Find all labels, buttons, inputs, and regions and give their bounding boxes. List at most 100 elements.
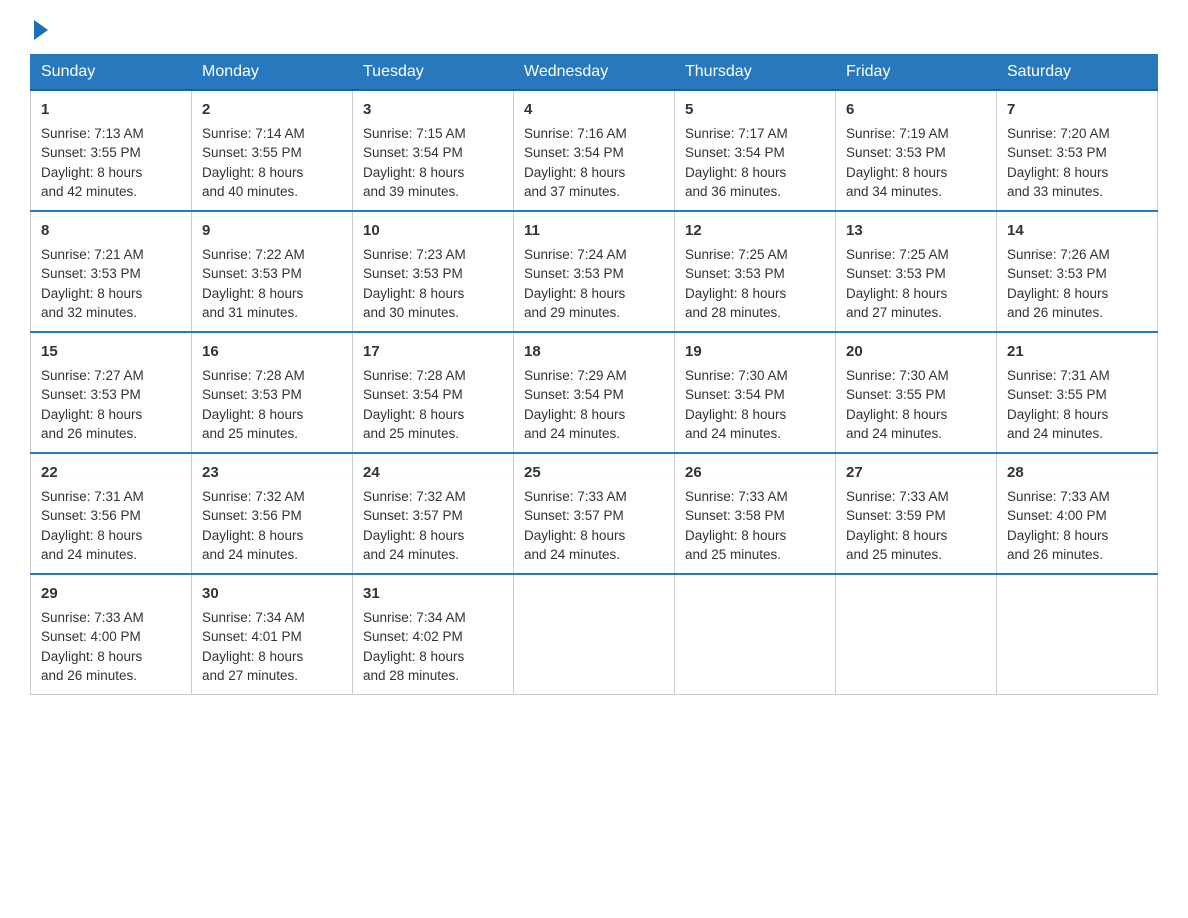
sunset-text: Sunset: 3:55 PM xyxy=(846,385,986,405)
calendar-cell: 1Sunrise: 7:13 AMSunset: 3:55 PMDaylight… xyxy=(31,90,192,211)
sunset-text: Sunset: 4:00 PM xyxy=(1007,506,1147,526)
calendar-cell: 5Sunrise: 7:17 AMSunset: 3:54 PMDaylight… xyxy=(675,90,836,211)
daylight-minutes-text: and 24 minutes. xyxy=(685,424,825,444)
daylight-minutes-text: and 42 minutes. xyxy=(41,182,181,202)
weekday-header-saturday: Saturday xyxy=(997,55,1158,91)
sunset-text: Sunset: 3:53 PM xyxy=(846,143,986,163)
calendar-cell: 28Sunrise: 7:33 AMSunset: 4:00 PMDayligh… xyxy=(997,453,1158,574)
page-header xyxy=(30,20,1158,36)
daylight-text: Daylight: 8 hours xyxy=(363,526,503,546)
sunrise-text: Sunrise: 7:26 AM xyxy=(1007,245,1147,265)
daylight-text: Daylight: 8 hours xyxy=(524,405,664,425)
sunset-text: Sunset: 3:54 PM xyxy=(363,143,503,163)
day-number: 12 xyxy=(685,220,825,242)
sunrise-text: Sunrise: 7:28 AM xyxy=(363,366,503,386)
calendar-cell: 22Sunrise: 7:31 AMSunset: 3:56 PMDayligh… xyxy=(31,453,192,574)
sunrise-text: Sunrise: 7:33 AM xyxy=(41,608,181,628)
daylight-minutes-text: and 26 minutes. xyxy=(41,424,181,444)
daylight-text: Daylight: 8 hours xyxy=(685,405,825,425)
calendar-cell xyxy=(997,574,1158,695)
calendar-cell xyxy=(514,574,675,695)
sunset-text: Sunset: 4:02 PM xyxy=(363,627,503,647)
daylight-minutes-text: and 24 minutes. xyxy=(1007,424,1147,444)
weekday-header-monday: Monday xyxy=(192,55,353,91)
sunrise-text: Sunrise: 7:33 AM xyxy=(846,487,986,507)
calendar-cell: 18Sunrise: 7:29 AMSunset: 3:54 PMDayligh… xyxy=(514,332,675,453)
daylight-text: Daylight: 8 hours xyxy=(524,284,664,304)
sunrise-text: Sunrise: 7:24 AM xyxy=(524,245,664,265)
daylight-minutes-text: and 27 minutes. xyxy=(846,303,986,323)
sunrise-text: Sunrise: 7:22 AM xyxy=(202,245,342,265)
calendar-cell: 21Sunrise: 7:31 AMSunset: 3:55 PMDayligh… xyxy=(997,332,1158,453)
daylight-minutes-text: and 39 minutes. xyxy=(363,182,503,202)
daylight-minutes-text: and 24 minutes. xyxy=(846,424,986,444)
sunrise-text: Sunrise: 7:32 AM xyxy=(202,487,342,507)
calendar-cell: 23Sunrise: 7:32 AMSunset: 3:56 PMDayligh… xyxy=(192,453,353,574)
daylight-text: Daylight: 8 hours xyxy=(202,284,342,304)
sunrise-text: Sunrise: 7:16 AM xyxy=(524,124,664,144)
sunset-text: Sunset: 3:54 PM xyxy=(524,143,664,163)
sunset-text: Sunset: 3:53 PM xyxy=(685,264,825,284)
sunset-text: Sunset: 3:53 PM xyxy=(363,264,503,284)
calendar-table: SundayMondayTuesdayWednesdayThursdayFrid… xyxy=(30,54,1158,695)
daylight-minutes-text: and 25 minutes. xyxy=(846,545,986,565)
logo xyxy=(30,20,48,36)
daylight-text: Daylight: 8 hours xyxy=(1007,163,1147,183)
sunset-text: Sunset: 3:54 PM xyxy=(524,385,664,405)
daylight-minutes-text: and 25 minutes. xyxy=(202,424,342,444)
week-row-2: 8Sunrise: 7:21 AMSunset: 3:53 PMDaylight… xyxy=(31,211,1158,332)
day-number: 9 xyxy=(202,220,342,242)
calendar-cell: 4Sunrise: 7:16 AMSunset: 3:54 PMDaylight… xyxy=(514,90,675,211)
sunset-text: Sunset: 3:53 PM xyxy=(846,264,986,284)
daylight-minutes-text: and 31 minutes. xyxy=(202,303,342,323)
calendar-cell: 15Sunrise: 7:27 AMSunset: 3:53 PMDayligh… xyxy=(31,332,192,453)
daylight-text: Daylight: 8 hours xyxy=(685,526,825,546)
daylight-minutes-text: and 30 minutes. xyxy=(363,303,503,323)
sunrise-text: Sunrise: 7:34 AM xyxy=(202,608,342,628)
logo-arrow-icon xyxy=(34,20,48,40)
week-row-3: 15Sunrise: 7:27 AMSunset: 3:53 PMDayligh… xyxy=(31,332,1158,453)
sunset-text: Sunset: 3:53 PM xyxy=(202,385,342,405)
day-number: 28 xyxy=(1007,462,1147,484)
daylight-minutes-text: and 29 minutes. xyxy=(524,303,664,323)
day-number: 29 xyxy=(41,583,181,605)
calendar-cell: 16Sunrise: 7:28 AMSunset: 3:53 PMDayligh… xyxy=(192,332,353,453)
daylight-text: Daylight: 8 hours xyxy=(1007,284,1147,304)
sunrise-text: Sunrise: 7:32 AM xyxy=(363,487,503,507)
daylight-text: Daylight: 8 hours xyxy=(41,163,181,183)
calendar-cell: 2Sunrise: 7:14 AMSunset: 3:55 PMDaylight… xyxy=(192,90,353,211)
daylight-text: Daylight: 8 hours xyxy=(41,405,181,425)
sunset-text: Sunset: 3:53 PM xyxy=(1007,264,1147,284)
sunset-text: Sunset: 3:53 PM xyxy=(202,264,342,284)
calendar-cell: 29Sunrise: 7:33 AMSunset: 4:00 PMDayligh… xyxy=(31,574,192,695)
daylight-text: Daylight: 8 hours xyxy=(363,284,503,304)
day-number: 17 xyxy=(363,341,503,363)
calendar-cell: 31Sunrise: 7:34 AMSunset: 4:02 PMDayligh… xyxy=(353,574,514,695)
calendar-cell xyxy=(675,574,836,695)
calendar-cell: 9 Sunrise: 7:22 AMSunset: 3:53 PMDaylight… xyxy=(192,211,353,332)
weekday-header-sunday: Sunday xyxy=(31,55,192,91)
daylight-text: Daylight: 8 hours xyxy=(202,163,342,183)
daylight-text: Daylight: 8 hours xyxy=(363,163,503,183)
calendar-cell: 17Sunrise: 7:28 AMSunset: 3:54 PMDayligh… xyxy=(353,332,514,453)
sunset-text: Sunset: 3:53 PM xyxy=(41,385,181,405)
week-row-1: 1Sunrise: 7:13 AMSunset: 3:55 PMDaylight… xyxy=(31,90,1158,211)
daylight-text: Daylight: 8 hours xyxy=(202,405,342,425)
sunrise-text: Sunrise: 7:33 AM xyxy=(685,487,825,507)
day-number: 4 xyxy=(524,99,664,121)
day-number: 2 xyxy=(202,99,342,121)
sunset-text: Sunset: 4:00 PM xyxy=(41,627,181,647)
sunrise-text: Sunrise: 7:30 AM xyxy=(685,366,825,386)
sunset-text: Sunset: 3:55 PM xyxy=(1007,385,1147,405)
sunrise-text: Sunrise: 7:28 AM xyxy=(202,366,342,386)
daylight-text: Daylight: 8 hours xyxy=(202,526,342,546)
day-number: 18 xyxy=(524,341,664,363)
sunset-text: Sunset: 3:56 PM xyxy=(202,506,342,526)
calendar-cell: 12Sunrise: 7:25 AMSunset: 3:53 PMDayligh… xyxy=(675,211,836,332)
daylight-minutes-text: and 32 minutes. xyxy=(41,303,181,323)
daylight-minutes-text: and 26 minutes. xyxy=(41,666,181,686)
calendar-cell xyxy=(836,574,997,695)
daylight-minutes-text: and 26 minutes. xyxy=(1007,303,1147,323)
daylight-minutes-text: and 25 minutes. xyxy=(363,424,503,444)
sunset-text: Sunset: 3:57 PM xyxy=(524,506,664,526)
